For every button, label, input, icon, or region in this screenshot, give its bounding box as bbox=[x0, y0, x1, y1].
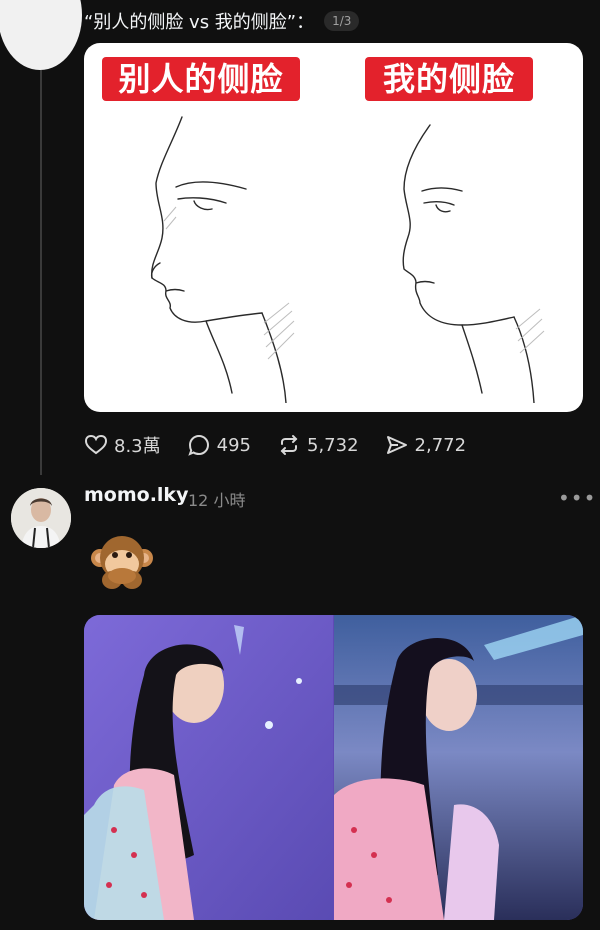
comment-button[interactable]: 495 bbox=[187, 433, 251, 457]
post-caption: “别人的侧脸 vs 我的侧脸”： 1/3 bbox=[84, 8, 360, 34]
like-count: 8.3萬 bbox=[114, 436, 161, 457]
post-actions: 8.3萬 495 5,732 2,772 bbox=[84, 432, 492, 458]
caption-text: “别人的侧脸 vs 我的侧脸”： bbox=[84, 12, 315, 33]
reply-username[interactable]: momo.lky bbox=[84, 484, 188, 506]
share-icon bbox=[386, 436, 407, 454]
avatar[interactable] bbox=[11, 488, 71, 548]
monkey-emoji-icon bbox=[91, 536, 153, 589]
label-my-profile: 我的侧脸 bbox=[365, 57, 533, 101]
repost-count: 5,732 bbox=[307, 434, 359, 456]
photo-right bbox=[334, 615, 583, 920]
like-button[interactable]: 8.3萬 bbox=[84, 432, 161, 458]
avatar-portrait bbox=[11, 488, 71, 548]
share-count: 2,772 bbox=[414, 434, 467, 456]
page-indicator: 1/3 bbox=[324, 11, 360, 31]
repost-button[interactable]: 5,732 bbox=[277, 433, 359, 457]
post-image[interactable]: 别人的侧脸 我的侧脸 bbox=[84, 43, 583, 412]
label-others-profile: 别人的侧脸 bbox=[102, 57, 300, 101]
sketch-right-face bbox=[402, 124, 545, 403]
reply-time: 12 小時 bbox=[188, 491, 246, 510]
sketch-left-face bbox=[150, 116, 295, 403]
reply-image[interactable] bbox=[84, 615, 583, 920]
photo-left bbox=[84, 615, 333, 920]
more-icon[interactable]: ••• bbox=[558, 486, 596, 510]
comment-count: 495 bbox=[216, 434, 251, 456]
thread-line bbox=[40, 70, 42, 475]
heart-icon bbox=[84, 434, 108, 455]
repost-icon bbox=[280, 435, 298, 455]
previous-avatar[interactable] bbox=[0, 0, 82, 70]
share-button[interactable]: 2,772 bbox=[385, 433, 467, 457]
comment-icon bbox=[187, 434, 209, 456]
